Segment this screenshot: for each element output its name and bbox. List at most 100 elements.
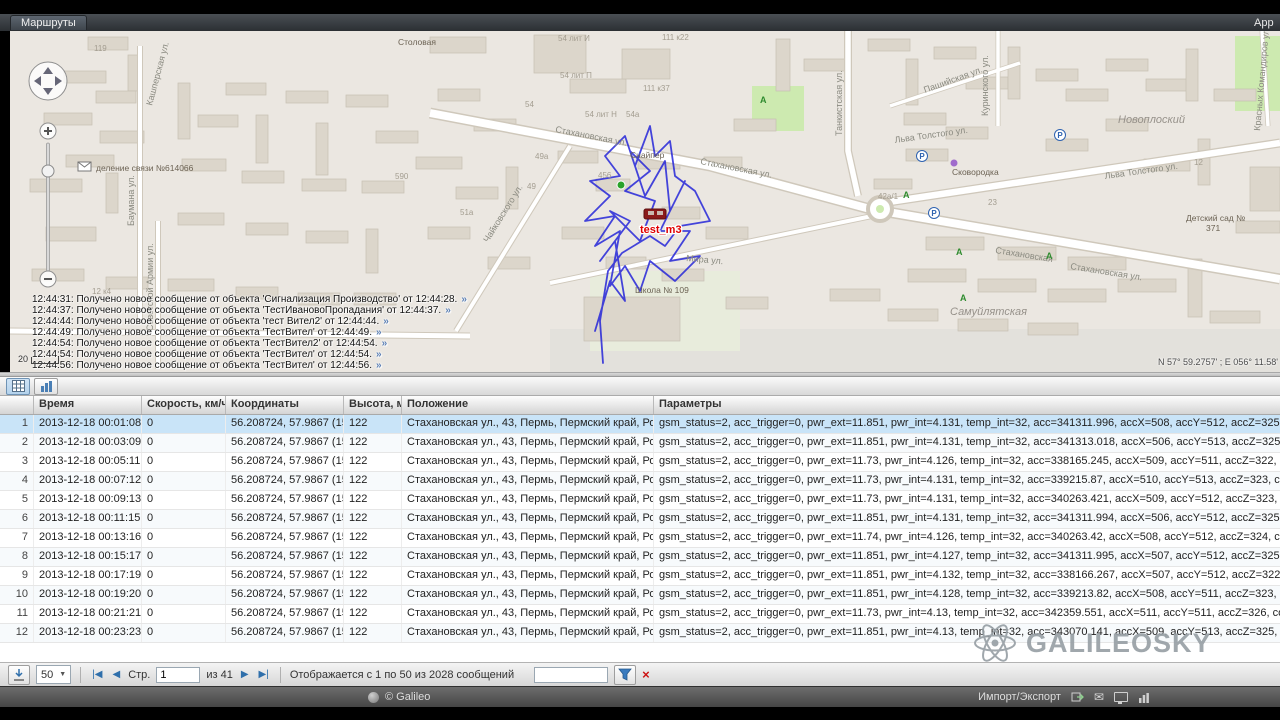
column-header[interactable]: Время	[34, 396, 142, 414]
map-label: Детский сад №	[1186, 213, 1245, 223]
map-coordinates: N 57° 59.2757' ; E 056° 11.58'	[1158, 357, 1278, 367]
table-cell: gsm_status=2, acc_trigger=0, pwr_ext=11.…	[654, 472, 1280, 490]
separator	[80, 667, 81, 683]
map-label: 111 к22	[662, 33, 689, 42]
monitor-icon[interactable]	[1114, 692, 1128, 702]
zoom-in-button[interactable]	[40, 123, 56, 139]
parking-icon: P	[1055, 130, 1066, 141]
message-icon: »	[461, 294, 467, 305]
map-label: 49а	[535, 152, 549, 161]
svg-text:P: P	[919, 152, 925, 161]
import-export-icon[interactable]	[1071, 691, 1084, 703]
map-label: Столовая	[398, 37, 436, 47]
first-page-button[interactable]: |◀	[90, 669, 104, 680]
scale-value: 20	[18, 354, 28, 364]
map-label: Самуйлятская	[950, 306, 1027, 318]
column-header[interactable]: Положение	[402, 396, 654, 414]
mail-icon[interactable]: ✉	[1094, 690, 1104, 704]
table-cell: 122	[344, 586, 402, 604]
table-row[interactable]: 22013-12-18 00:03:09056.208724, 57.9867 …	[0, 434, 1280, 453]
table-cell: 122	[344, 510, 402, 528]
table-row[interactable]: 92013-12-18 00:17:19056.208724, 57.9867 …	[0, 567, 1280, 586]
table-cell: 0	[142, 491, 226, 509]
table-cell: 0	[142, 605, 226, 623]
zoom-slider[interactable]	[47, 143, 50, 271]
table-cell: 122	[344, 548, 402, 566]
import-export-button[interactable]: Импорт/Экспорт	[978, 691, 1061, 703]
table-cell: 56.208724, 57.9867 (15)	[226, 567, 344, 585]
galileo-icon	[368, 692, 379, 703]
column-header[interactable]: Скорость, км/ч	[142, 396, 226, 414]
map-label: 54а	[626, 110, 640, 119]
table-cell: 2013-12-18 00:15:17	[34, 548, 142, 566]
column-header[interactable]: Высота, м	[344, 396, 402, 414]
page-size-select[interactable]: 50 ▼	[36, 665, 71, 684]
status-bar: © Galileo Импорт/Экспорт ✉	[0, 686, 1280, 707]
clear-filter-button[interactable]: ×	[642, 667, 658, 682]
table-cell: Стахановская ул., 43, Пермь, Пермский кр…	[402, 510, 654, 528]
chart-view-button[interactable]	[34, 378, 58, 395]
copyright-label: © Galileo	[385, 691, 430, 703]
table-row[interactable]: 42013-12-18 00:07:12056.208724, 57.9867 …	[0, 472, 1280, 491]
table-cell: gsm_status=2, acc_trigger=0, pwr_ext=11.…	[654, 529, 1280, 547]
table-row[interactable]: 62013-12-18 00:11:15056.208724, 57.9867 …	[0, 510, 1280, 529]
map-label: деление связи №614066	[96, 163, 194, 173]
column-header[interactable]: Параметры	[654, 396, 1280, 414]
table-cell: 122	[344, 529, 402, 547]
export-icon	[12, 668, 26, 682]
page-label: Стр.	[128, 669, 150, 681]
table-empty-area	[0, 643, 1280, 662]
zoom-slider-handle[interactable]	[42, 165, 54, 177]
next-page-button[interactable]: ▶	[239, 669, 251, 680]
table-row[interactable]: 72013-12-18 00:13:16056.208724, 57.9867 …	[0, 529, 1280, 548]
page-size-value: 50	[41, 669, 53, 681]
table-cell: 2013-12-18 00:01:08	[34, 415, 142, 433]
table-cell: 56.208724, 57.9867 (15)	[226, 415, 344, 433]
table-cell: gsm_status=2, acc_trigger=0, pwr_ext=11.…	[654, 624, 1280, 642]
table-row[interactable]: 122013-12-18 00:23:23056.208724, 57.9867…	[0, 624, 1280, 643]
table-cell: gsm_status=2, acc_trigger=0, pwr_ext=11.…	[654, 491, 1280, 509]
message-icon: »	[382, 338, 388, 349]
table-cell: 122	[344, 453, 402, 471]
map-label: 42а/1	[878, 192, 899, 201]
filter-button[interactable]	[614, 665, 636, 685]
table-view-button[interactable]	[6, 378, 30, 395]
log-line: 12:44:44: Получено новое сообщение от об…	[32, 316, 467, 327]
pagination-bar: 50 ▼ |◀ ◀ Стр. из 41 ▶ ▶| Отображается с…	[0, 662, 1280, 686]
export-button[interactable]	[8, 665, 30, 685]
table-row[interactable]: 82013-12-18 00:15:17056.208724, 57.9867 …	[0, 548, 1280, 567]
table-row[interactable]: 12013-12-18 00:01:08056.208724, 57.9867 …	[0, 415, 1280, 434]
tab-routes[interactable]: Маршруты	[10, 15, 87, 30]
table-row[interactable]: 102013-12-18 00:19:20056.208724, 57.9867…	[0, 586, 1280, 605]
filter-input[interactable]	[534, 667, 608, 683]
svg-text:P: P	[1057, 131, 1063, 140]
table-cell: Стахановская ул., 43, Пермь, Пермский кр…	[402, 491, 654, 509]
table-row[interactable]: 32013-12-18 00:05:11056.208724, 57.9867 …	[0, 453, 1280, 472]
last-page-button[interactable]: ▶|	[257, 669, 271, 680]
table-cell: Стахановская ул., 43, Пермь, Пермский кр…	[402, 624, 654, 642]
table-row[interactable]: 112013-12-18 00:21:21056.208724, 57.9867…	[0, 605, 1280, 624]
message-icon: »	[383, 316, 389, 327]
vehicle-label: test_m3	[640, 224, 682, 236]
topbar-right-partial: Арр	[1254, 17, 1280, 29]
column-header[interactable]	[0, 396, 34, 414]
map[interactable]: test_m3 Стахановская ул.Стахановская ул.…	[10, 31, 1280, 372]
zoom-out-button[interactable]	[40, 271, 56, 287]
table-row[interactable]: 52013-12-18 00:09:13056.208724, 57.9867 …	[0, 491, 1280, 510]
svg-text:P: P	[931, 209, 937, 218]
table-cell: 0	[142, 529, 226, 547]
column-header[interactable]: Координаты	[226, 396, 344, 414]
table-cell: 11	[0, 605, 34, 623]
map-pan-control[interactable]	[29, 62, 67, 100]
separator	[280, 667, 281, 683]
page-input[interactable]	[156, 667, 200, 683]
prev-page-button[interactable]: ◀	[110, 669, 122, 680]
stats-icon[interactable]	[1138, 692, 1150, 703]
message-icon: »	[376, 360, 382, 371]
bus-stop-marker: A	[903, 190, 910, 200]
table-cell: Стахановская ул., 43, Пермь, Пермский кр…	[402, 434, 654, 452]
table-cell: 6	[0, 510, 34, 528]
map-label: Сковородка	[952, 167, 999, 177]
table-cell: 3	[0, 453, 34, 471]
table-cell: 56.208724, 57.9867 (15)	[226, 529, 344, 547]
